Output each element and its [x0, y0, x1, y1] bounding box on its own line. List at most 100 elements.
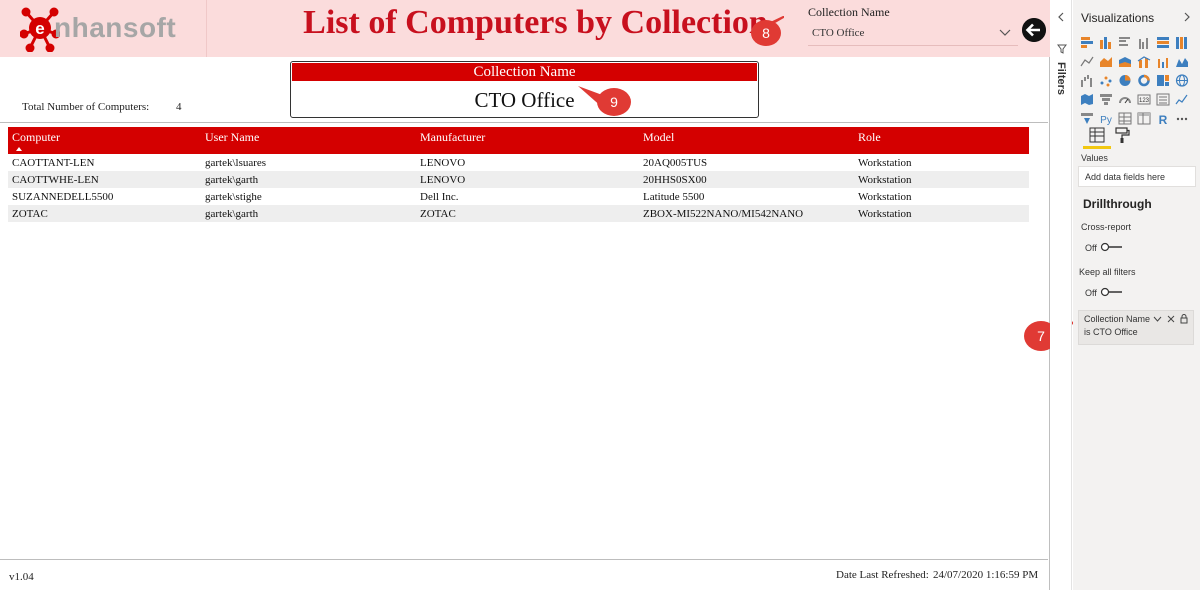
card-visual-icon[interactable]: 123 [1137, 93, 1151, 106]
funnel-chart-icon[interactable] [1099, 93, 1113, 106]
values-placeholder: Add data fields here [1085, 172, 1166, 182]
collection-slicer-dropdown[interactable]: CTO Office [808, 22, 1018, 46]
active-tab-indicator [1083, 146, 1111, 149]
chevron-down-icon [999, 29, 1011, 36]
cell-role: Workstation [858, 156, 912, 169]
total-computers-label: Total Number of Computers: [22, 101, 150, 113]
chevron-down-icon[interactable] [1153, 315, 1162, 323]
table-row[interactable]: CAOTTANT-LEN gartek\lsuares LENOVO 20AQ0… [8, 154, 1029, 171]
values-field-well[interactable]: Add data fields here [1078, 166, 1196, 187]
treemap-icon[interactable] [1156, 74, 1170, 87]
100-column-chart-icon[interactable] [1175, 36, 1189, 49]
multi-row-card-icon[interactable] [1156, 93, 1170, 106]
python-visual-icon[interactable]: Py [1099, 112, 1113, 125]
table-row[interactable]: CAOTTWHE-LEN gartek\garth LENOVO 20HHS0S… [8, 171, 1029, 188]
filter-funnel-icon [1057, 44, 1067, 54]
cell-model: ZBOX-MI522NANO/MI542NANO [639, 205, 854, 222]
cell-computer: CAOTTANT-LEN [12, 156, 95, 169]
cell-user-name: gartek\garth [201, 171, 416, 188]
cell-user-name: gartek\garth [201, 205, 416, 222]
cross-report-label: Cross-report [1081, 222, 1132, 232]
cell-manufacturer: LENOVO [420, 156, 466, 169]
cell-role: Workstation [854, 205, 1029, 222]
visualizations-pane: Visualizations 123 Py R Values Add data … [1073, 0, 1200, 590]
column-header-role[interactable]: Role [854, 127, 1029, 154]
cell-user-name: gartek\stighe [205, 190, 262, 203]
cell-role: Workstation [858, 190, 912, 203]
kpi-icon[interactable] [1175, 93, 1189, 106]
pie-chart-icon[interactable] [1118, 74, 1132, 87]
line-chart-icon[interactable] [1080, 55, 1094, 68]
sort-ascending-icon [16, 147, 22, 151]
more-visuals-icon[interactable] [1175, 112, 1189, 125]
keep-all-filters-state: Off [1085, 288, 1097, 298]
filled-map-icon[interactable] [1080, 93, 1094, 106]
stacked-area-chart-icon[interactable] [1118, 55, 1132, 68]
refresh-value: 24/07/2020 1:16:59 PM [933, 569, 1039, 581]
table-visual-icon[interactable] [1118, 112, 1132, 125]
computers-table: Computer User Name Manufacturer Model Ro… [8, 127, 1029, 222]
table-row[interactable]: ZOTAC gartek\garth ZOTAC ZBOX-MI522NANO/… [8, 205, 1029, 222]
chevron-right-icon[interactable] [1182, 12, 1192, 22]
cell-role: Workstation [854, 171, 1029, 188]
line-and-clustered-column-icon[interactable] [1156, 55, 1170, 68]
cell-model: 20AQ005TUS [643, 156, 708, 169]
cell-computer: SUZANNEDELL5500 [12, 190, 114, 203]
table-row[interactable]: SUZANNEDELL5500 gartek\stighe Dell Inc. … [8, 188, 1029, 205]
drillthrough-title: Drillthrough [1083, 197, 1152, 211]
cross-report-state: Off [1085, 243, 1097, 253]
lock-icon[interactable] [1180, 314, 1188, 324]
version-label: v1.04 [9, 571, 34, 583]
total-computers-value: 4 [176, 101, 182, 113]
waterfall-chart-icon[interactable] [1080, 74, 1094, 87]
card-value: CTO Office [474, 88, 575, 112]
cell-manufacturer: ZOTAC [416, 205, 639, 222]
column-header-user-name[interactable]: User Name [201, 127, 416, 154]
cell-model: 20HHS0SX00 [639, 171, 854, 188]
format-paint-roller-icon[interactable] [1113, 126, 1131, 144]
scatter-chart-icon[interactable] [1099, 74, 1113, 87]
area-chart-icon[interactable] [1099, 55, 1113, 68]
fields-tab-icon[interactable] [1088, 126, 1106, 144]
ribbon-chart-icon[interactable] [1175, 55, 1189, 68]
column-header-manufacturer[interactable]: Manufacturer [416, 127, 639, 154]
stacked-bar-chart-icon[interactable] [1080, 36, 1094, 49]
stacked-column-chart-icon[interactable] [1099, 36, 1113, 49]
matrix-visual-icon[interactable] [1137, 112, 1151, 125]
column-header-computer[interactable]: Computer [8, 127, 201, 154]
callout-9: 9 [578, 86, 631, 116]
cell-model: Latitude 5500 [643, 190, 705, 203]
filter-field-name: Collection Name [1084, 314, 1151, 324]
100-bar-chart-icon[interactable] [1156, 36, 1170, 49]
clustered-bar-chart-icon[interactable] [1118, 36, 1132, 49]
r-visual-icon[interactable]: R [1156, 112, 1170, 125]
column-header-model[interactable]: Model [639, 127, 854, 154]
filters-pane-label[interactable]: Filters [1055, 62, 1067, 95]
visualizations-title: Visualizations [1081, 11, 1155, 25]
values-label: Values [1081, 153, 1108, 163]
drillthrough-filter-card[interactable]: Collection Name is CTO Office [1078, 310, 1194, 345]
cell-user-name: gartek\lsuares [205, 156, 267, 169]
clustered-column-chart-icon[interactable] [1137, 36, 1151, 49]
line-and-column-chart-icon[interactable] [1137, 55, 1151, 68]
chevron-left-icon[interactable] [1056, 12, 1066, 22]
back-arrow-icon[interactable] [1022, 18, 1046, 42]
cell-manufacturer: LENOVO [416, 171, 639, 188]
slicer-label: Collection Name [808, 5, 890, 19]
map-icon[interactable] [1175, 74, 1189, 87]
donut-chart-icon[interactable] [1137, 74, 1151, 87]
svg-text:123: 123 [1139, 98, 1150, 104]
svg-text:Py: Py [1100, 115, 1112, 125]
card-header: Collection Name [292, 63, 757, 81]
gauge-icon[interactable] [1118, 93, 1132, 106]
keep-all-filters-toggle[interactable] [1100, 287, 1124, 297]
cell-manufacturer: Dell Inc. [420, 190, 459, 203]
svg-text:R: R [1159, 113, 1168, 125]
keep-all-filters-label: Keep all filters [1079, 267, 1136, 277]
svg-text:7: 7 [1037, 328, 1045, 344]
slicer-icon[interactable] [1080, 112, 1094, 125]
cross-report-toggle[interactable] [1100, 242, 1124, 252]
svg-text:9: 9 [610, 94, 618, 110]
close-icon[interactable] [1167, 315, 1175, 323]
cell-computer: CAOTTWHE-LEN [8, 171, 201, 188]
